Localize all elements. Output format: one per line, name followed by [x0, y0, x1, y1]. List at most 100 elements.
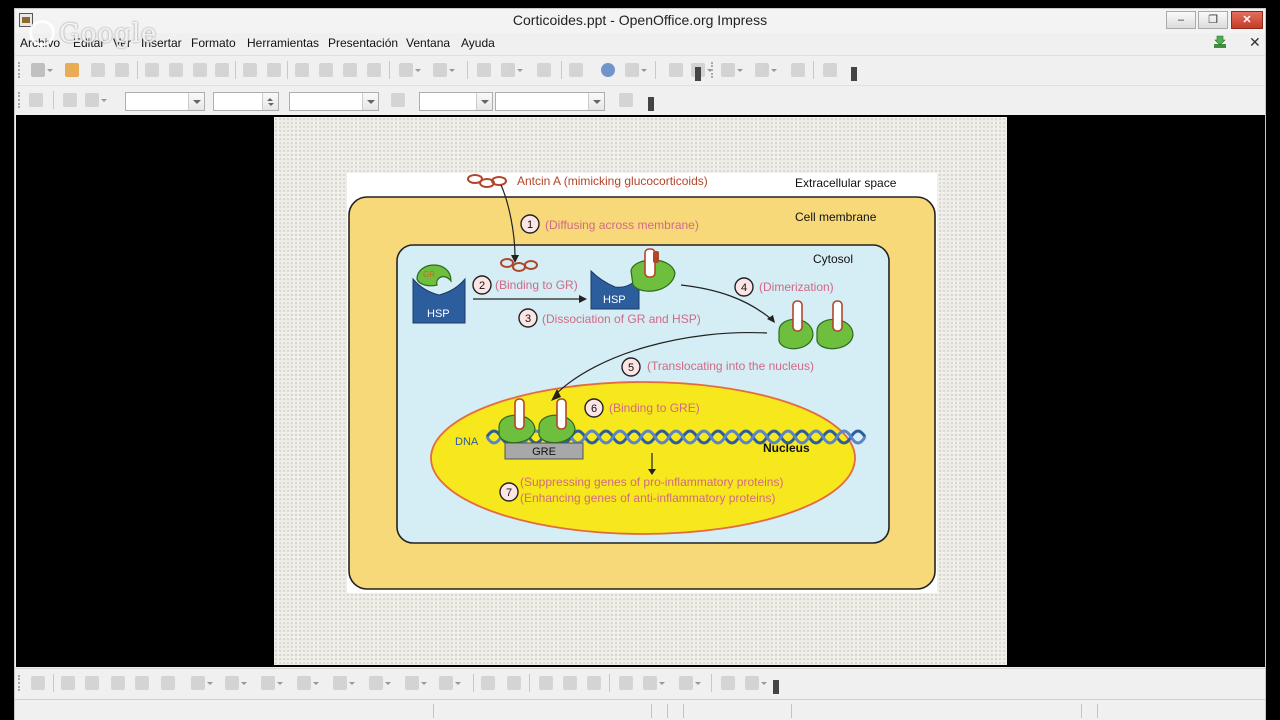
step-2: 2 (Binding to GR) [472, 275, 578, 295]
fontwork-icon[interactable] [539, 676, 553, 690]
chart-icon[interactable] [477, 63, 491, 77]
rectangle-tool-icon[interactable] [111, 676, 125, 690]
autospellcheck-icon[interactable] [267, 63, 281, 77]
toolbar-overflow[interactable] [648, 97, 654, 111]
toolbar-overflow[interactable] [773, 680, 779, 694]
toolbar-handle[interactable] [711, 62, 714, 78]
format-paintbrush-icon[interactable] [367, 63, 381, 77]
from-file-icon[interactable] [563, 676, 577, 690]
callouts-icon[interactable] [405, 676, 427, 690]
maximize-button[interactable]: ❐ [1198, 11, 1228, 29]
table-icon[interactable] [501, 63, 523, 77]
step-3: 3 (Dissociation of GR and HSP) [518, 308, 701, 328]
spin-arrows-icon[interactable] [262, 93, 278, 110]
chevron-down-icon[interactable] [588, 93, 604, 110]
flowchart-icon[interactable] [369, 676, 391, 690]
minimize-button[interactable]: – [1166, 11, 1196, 29]
fill-select[interactable] [495, 92, 605, 111]
toolbar-separator [529, 674, 530, 692]
arrow-line-tool-icon[interactable] [85, 676, 99, 690]
toolbar-handle[interactable] [18, 92, 21, 108]
text-tool-icon[interactable] [161, 676, 175, 690]
line-color-select[interactable] [289, 92, 379, 111]
toolbar-separator [137, 61, 138, 79]
status-cell-slide [791, 704, 792, 718]
zoom-icon[interactable] [625, 63, 647, 77]
print-file-icon[interactable] [215, 63, 229, 77]
arrange-icon[interactable] [679, 676, 701, 690]
email-icon[interactable] [115, 63, 129, 77]
area-fill-icon[interactable] [391, 93, 405, 107]
ellipse-tool-icon[interactable] [135, 676, 149, 690]
toolbar-separator [813, 61, 814, 79]
menu-herramientas[interactable]: Herramientas [247, 36, 319, 50]
3d-objects-icon[interactable] [745, 676, 767, 690]
slide-figure[interactable]: Extracellular space Cell membrane Cytoso… [347, 173, 937, 593]
new-document-icon[interactable] [31, 63, 53, 77]
extrusion-icon[interactable] [721, 676, 735, 690]
basic-shapes-icon[interactable] [261, 676, 283, 690]
cut-icon[interactable] [295, 63, 309, 77]
glue-points-icon[interactable] [507, 676, 521, 690]
grid-icon[interactable] [569, 63, 583, 77]
menu-formato[interactable]: Formato [191, 36, 236, 50]
save-icon[interactable] [91, 63, 105, 77]
display-views-icon[interactable] [721, 63, 743, 77]
navigator-icon[interactable] [601, 63, 615, 77]
open-folder-icon[interactable] [65, 63, 79, 77]
edit-file-icon[interactable] [145, 63, 159, 77]
slide-design-icon[interactable] [791, 63, 805, 77]
paste-icon[interactable] [343, 63, 357, 77]
toolbar-overflow[interactable] [851, 67, 857, 81]
select-pointer-icon[interactable] [31, 676, 45, 690]
menu-presentacion[interactable]: Presentación [328, 36, 398, 50]
chevron-down-icon[interactable] [188, 93, 204, 110]
toolbar-handle[interactable] [18, 62, 21, 78]
gallery-icon[interactable] [587, 676, 601, 690]
rotate-icon[interactable] [619, 676, 633, 690]
area-style-select[interactable] [419, 92, 493, 111]
line-width-spinner[interactable] [213, 92, 279, 111]
hsp-label-right: HSP [603, 294, 626, 306]
menu-ventana[interactable]: Ventana [406, 36, 450, 50]
ligand-label: Antcin A (mimicking glucocorticoids) [517, 174, 708, 188]
menu-ayuda[interactable]: Ayuda [461, 36, 495, 50]
toolbar-overflow[interactable] [695, 67, 701, 81]
hyperlink-icon[interactable] [537, 63, 551, 77]
print-icon[interactable] [193, 63, 207, 77]
slide-layout-icon[interactable] [755, 63, 777, 77]
toolbar-handle[interactable] [18, 675, 21, 691]
chevron-down-icon[interactable] [362, 93, 378, 110]
curve-tool-icon[interactable] [191, 676, 213, 690]
spellcheck-icon[interactable] [243, 63, 257, 77]
download-update-icon[interactable] [1213, 35, 1227, 49]
step-4-number: 4 [741, 282, 747, 294]
points-icon[interactable] [481, 676, 495, 690]
close-document-button[interactable]: ✕ [1249, 34, 1261, 51]
help-icon[interactable] [669, 63, 683, 77]
line-icon[interactable] [63, 93, 77, 107]
slide-show-icon[interactable] [823, 63, 837, 77]
stars-icon[interactable] [439, 676, 461, 690]
arrow-style-icon[interactable] [85, 93, 107, 107]
connector-tool-icon[interactable] [225, 676, 247, 690]
shadow-icon[interactable] [619, 93, 633, 107]
gre-label: GRE [532, 446, 556, 458]
block-arrows-icon[interactable] [333, 676, 355, 690]
chevron-down-icon[interactable] [476, 93, 492, 110]
copy-icon[interactable] [319, 63, 333, 77]
close-button[interactable]: ✕ [1231, 11, 1263, 29]
symbol-shapes-icon[interactable] [297, 676, 319, 690]
slide-canvas[interactable]: Extracellular space Cell membrane Cytoso… [274, 117, 1007, 665]
status-bar [15, 699, 1265, 720]
undo-icon[interactable] [399, 63, 421, 77]
export-pdf-icon[interactable] [169, 63, 183, 77]
align-icon[interactable] [643, 676, 665, 690]
line-tool-icon[interactable] [61, 676, 75, 690]
watermark-text: Google [59, 19, 158, 49]
drawing-toolbar [15, 668, 1265, 698]
line-style-select[interactable] [125, 92, 205, 111]
redo-icon[interactable] [433, 63, 455, 77]
slide-workspace[interactable]: Extracellular space Cell membrane Cytoso… [16, 115, 1265, 667]
styles-formatting-icon[interactable] [29, 93, 43, 107]
